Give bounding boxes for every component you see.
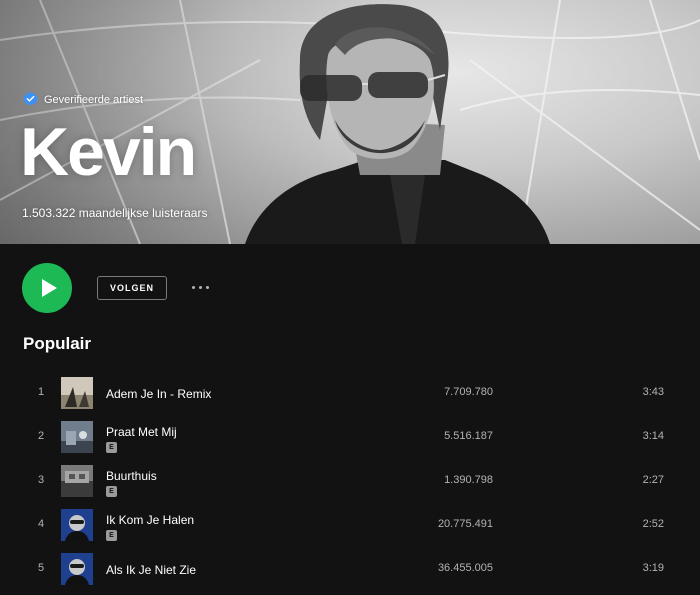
track-cover: [61, 509, 93, 541]
track-cover: [61, 421, 93, 453]
track-plays: 36.455.005: [437, 562, 493, 574]
verified-artist-badge: Geverifieerde artiest: [22, 91, 143, 108]
track-duration: 3:19: [642, 562, 664, 574]
track-title[interactable]: Adem Je In - Remix: [106, 387, 211, 401]
track-duration: 2:27: [642, 474, 664, 486]
track-number: 4: [37, 518, 45, 530]
action-bar: VOLGEN: [0, 244, 700, 326]
artist-photo: [245, 4, 550, 244]
track-title[interactable]: Als Ik Je Niet Zie: [106, 563, 196, 577]
track-title[interactable]: Praat Met Mij: [106, 425, 177, 439]
more-options-button[interactable]: [185, 278, 215, 296]
track-title[interactable]: Buurthuis: [106, 469, 157, 483]
track-row[interactable]: 1 Adem Je In - Remix 7.709.780 3:43: [0, 371, 700, 415]
track-row[interactable]: 2 Praat Met Mij E 5.516.187 3:14: [0, 415, 700, 459]
track-cover: [61, 553, 93, 585]
track-row[interactable]: 5 Als Ik Je Niet Zie 36.455.005 3:19: [0, 547, 700, 591]
track-plays: 7.709.780: [444, 386, 493, 398]
track-plays: 1.390.798: [444, 474, 493, 486]
artist-name: Kevin: [20, 114, 197, 190]
explicit-badge: E: [106, 486, 117, 497]
section-title-popular: Populair: [23, 334, 92, 353]
track-cover: [61, 377, 93, 409]
verified-badge-icon: [23, 91, 38, 106]
track-plays: 5.516.187: [444, 430, 493, 442]
track-title[interactable]: Ik Kom Je Halen: [106, 513, 194, 527]
track-number: 5: [37, 562, 45, 574]
more-options-icon: [191, 285, 195, 289]
explicit-badge: E: [106, 442, 117, 453]
track-plays: 20.775.491: [437, 518, 493, 530]
artist-page: Geverifieerde artiest Kevin 1.503.322 ma…: [0, 0, 700, 595]
more-options-icon: [198, 285, 202, 289]
track-cover: [61, 465, 93, 497]
play-icon: [41, 279, 57, 297]
track-duration: 2:52: [642, 518, 664, 530]
play-button[interactable]: [22, 263, 72, 313]
artist-header: Geverifieerde artiest Kevin 1.503.322 ma…: [0, 0, 700, 244]
track-number: 2: [37, 430, 45, 442]
track-duration: 3:14: [642, 430, 664, 442]
popular-track-list: 1 Adem Je In - Remix 7.709.780 3:43 2 Pr…: [0, 371, 700, 591]
track-row[interactable]: 3 Buurthuis E 1.390.798 2:27: [0, 459, 700, 503]
more-options-icon: [205, 285, 209, 289]
verified-label: Geverifieerde artiest: [44, 93, 144, 106]
monthly-listeners: 1.503.322 maandelijkse luisteraars: [22, 206, 208, 220]
follow-button[interactable]: VOLGEN: [97, 276, 167, 300]
track-row[interactable]: 4 Ik Kom Je Halen E 20.775.491 2:52: [0, 503, 700, 547]
explicit-badge: E: [106, 530, 117, 541]
track-number: 3: [37, 474, 45, 486]
track-duration: 3:43: [642, 386, 664, 398]
track-number: 1: [37, 386, 45, 398]
